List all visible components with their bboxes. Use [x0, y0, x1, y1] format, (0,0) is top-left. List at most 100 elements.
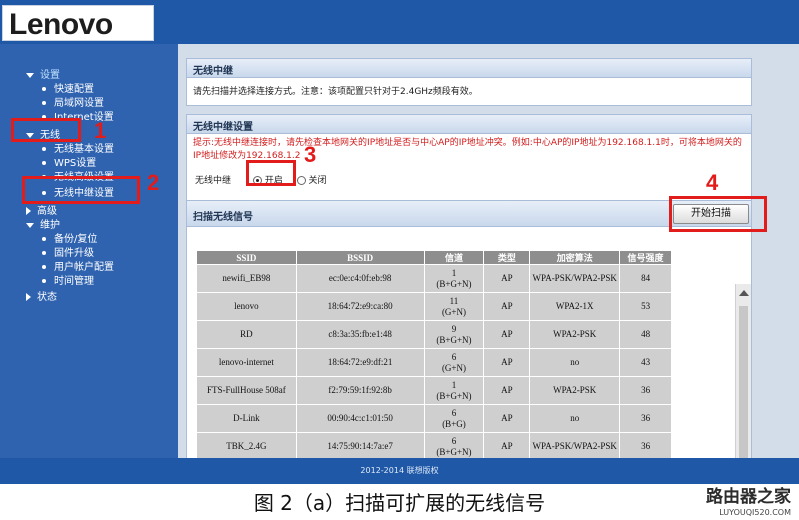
cell-signal: 36 [619, 404, 672, 433]
cell-type: AP [483, 376, 531, 405]
cell-ssid: RD [196, 320, 297, 349]
scan-results-table: SSID BSSID 信道 类型 加密算法 信号强度 newifi_EB98 ec… [196, 250, 672, 458]
bullet-icon [42, 101, 46, 105]
table-row[interactable]: FTS-FullHouse 508af f2:79:59:1f:92:8b 1 (B… [196, 376, 672, 405]
nav-section-maintenance[interactable]: 维护 [26, 216, 60, 231]
nav-section-settings[interactable]: 设置 [26, 66, 60, 81]
cell-encryption: WPA-PSK/WPA2-PSK [529, 432, 621, 458]
cell-encryption: WPA-PSK/WPA2-PSK [529, 264, 621, 293]
nav-item-firmware[interactable]: 固件升级 [42, 244, 94, 259]
relay-toggle-label: 无线中继 [195, 176, 232, 186]
bullet-icon [42, 87, 46, 91]
cell-ssid: FTS-FullHouse 508af [196, 376, 297, 405]
nav-item-backup[interactable]: 备份/复位 [42, 230, 97, 245]
cell-bssid: 18:64:72:e9:df:21 [295, 348, 425, 377]
highlight-wireless-menu [11, 118, 81, 142]
cell-encryption: WPA2-PSK [529, 376, 621, 405]
cell-channel: 11 (G+N) [423, 292, 485, 321]
nav-section-advanced[interactable]: 高级 [26, 202, 57, 217]
cell-ssid: TBK_2.4G [196, 432, 297, 458]
col-encryption: 加密算法 [529, 250, 621, 265]
cell-encryption: no [529, 404, 621, 433]
table-row[interactable]: TBK_2.4G 14:75:90:14:7a:e7 6 (B+G+N) AP WPA-… [196, 432, 672, 458]
table-row[interactable]: D-Link 00:90:4c:c1:01:50 6 (B+G) AP no 36 [196, 404, 672, 433]
table-row[interactable]: lenovo 18:64:72:e9:ca:80 11 (G+N) AP WPA2-1X… [196, 292, 672, 321]
bullet-icon [42, 251, 46, 255]
col-bssid: BSSID [295, 250, 425, 265]
relay-description: 请先扫描并选择连接方式。注意：该项配置只针对于2.4GHz频段有效。 [193, 87, 478, 97]
cell-bssid: c8:3a:35:fb:e1:48 [295, 320, 425, 349]
relay-off-label: 关闭 [308, 176, 327, 186]
cell-channel: 6 (B+G) [423, 404, 485, 433]
table-row[interactable]: lenovo-internet 18:64:72:e9:df:21 6 (G+N) A… [196, 348, 672, 377]
nav-section-status[interactable]: 状态 [26, 288, 57, 303]
collapse-triangle-icon [26, 207, 31, 215]
highlight-relay-menu [22, 176, 140, 204]
cell-channel: 9 (B+G+N) [423, 320, 485, 349]
cell-ssid: lenovo-internet [196, 348, 297, 377]
cell-encryption: WPA2-1X [529, 292, 621, 321]
nav-item-lan[interactable]: 局域网设置 [42, 94, 104, 109]
collapse-triangle-icon [26, 293, 31, 301]
table-row[interactable]: newifi_EB98 ec:0e:c4:0f:eb:98 1 (B+G+N) AP W… [196, 264, 672, 293]
bullet-icon [42, 265, 46, 269]
watermark-domain: LUYOUQI520.COM [719, 508, 791, 517]
cell-bssid: ec:0e:c4:0f:eb:98 [295, 264, 425, 293]
nav-item-wps[interactable]: WPS设置 [42, 154, 96, 169]
sidebar-nav: 设置 快速配置 局域网设置 Internet设置 无线 无线基本设置 WPS设置… [0, 44, 178, 458]
table-header-row: SSID BSSID 信道 类型 加密算法 信号强度 [196, 250, 672, 265]
highlight-enable-radio [246, 160, 296, 186]
annotation-number-4: 4 [706, 170, 719, 195]
scroll-up-arrow-icon[interactable] [739, 290, 749, 296]
cell-type: AP [483, 348, 531, 377]
cell-type: AP [483, 292, 531, 321]
watermark-text: 路由器之家 [706, 487, 791, 507]
site-watermark: 路由器之家 LUYOUQI520.COM [671, 482, 791, 518]
cell-type: AP [483, 320, 531, 349]
cell-ssid: lenovo [196, 292, 297, 321]
table-scrollbar[interactable] [735, 284, 751, 484]
expand-triangle-icon [26, 72, 34, 78]
cell-channel: 6 (G+N) [423, 348, 485, 377]
col-type: 类型 [483, 250, 531, 265]
annotation-number-3: 3 [304, 142, 317, 167]
cell-signal: 53 [619, 292, 672, 321]
relay-off-radio[interactable] [296, 176, 306, 185]
cell-signal: 36 [619, 432, 672, 458]
cell-bssid: f2:79:59:1f:92:8b [295, 376, 425, 405]
cell-signal: 84 [619, 264, 672, 293]
cell-type: AP [483, 432, 531, 458]
cell-type: AP [483, 404, 531, 433]
relay-info-panel: 无线中继 请先扫描并选择连接方式。注意：该项配置只针对于2.4GHz频段有效。 [186, 58, 752, 106]
page-footer: 2012-2014 联想版权 [0, 458, 799, 484]
wifi-table: SSID BSSID 信道 类型 加密算法 信号强度 newifi_EB98 ec… [196, 250, 672, 458]
cell-ssid: newifi_EB98 [196, 264, 297, 293]
scan-panel-title: 扫描无线信号 [187, 201, 751, 227]
cell-type: AP [483, 264, 531, 293]
annotation-number-1: 1 [94, 118, 107, 143]
highlight-scan-button [669, 196, 767, 232]
col-signal: 信号强度 [619, 250, 672, 265]
scroll-thumb[interactable] [739, 306, 748, 476]
table-body: newifi_EB98 ec:0e:c4:0f:eb:98 1 (B+G+N) AP W… [196, 264, 672, 458]
top-banner: Lenovo [0, 0, 799, 44]
cell-channel: 1 (B+G+N) [423, 264, 485, 293]
nav-item-quick-config[interactable]: 快速配置 [42, 80, 94, 95]
cell-signal: 48 [619, 320, 672, 349]
cell-signal: 36 [619, 376, 672, 405]
cell-bssid: 14:75:90:14:7a:e7 [295, 432, 425, 458]
bullet-icon [42, 237, 46, 241]
brand-logo: Lenovo [2, 5, 154, 41]
cell-channel: 6 (B+G+N) [423, 432, 485, 458]
cell-signal: 43 [619, 348, 672, 377]
relay-settings-title: 无线中继设置 [187, 115, 751, 134]
col-ssid: SSID [196, 250, 297, 265]
table-row[interactable]: RD c8:3a:35:fb:e1:48 9 (B+G+N) AP WPA2-PSK 48 [196, 320, 672, 349]
cell-encryption: WPA2-PSK [529, 320, 621, 349]
expand-triangle-icon [26, 222, 34, 228]
nav-item-user-account[interactable]: 用户帐户配置 [42, 258, 114, 273]
logo-text: Lenovo [9, 8, 113, 41]
bullet-icon [42, 279, 46, 283]
nav-item-time[interactable]: 时间管理 [42, 272, 94, 287]
bullet-icon [42, 161, 46, 165]
